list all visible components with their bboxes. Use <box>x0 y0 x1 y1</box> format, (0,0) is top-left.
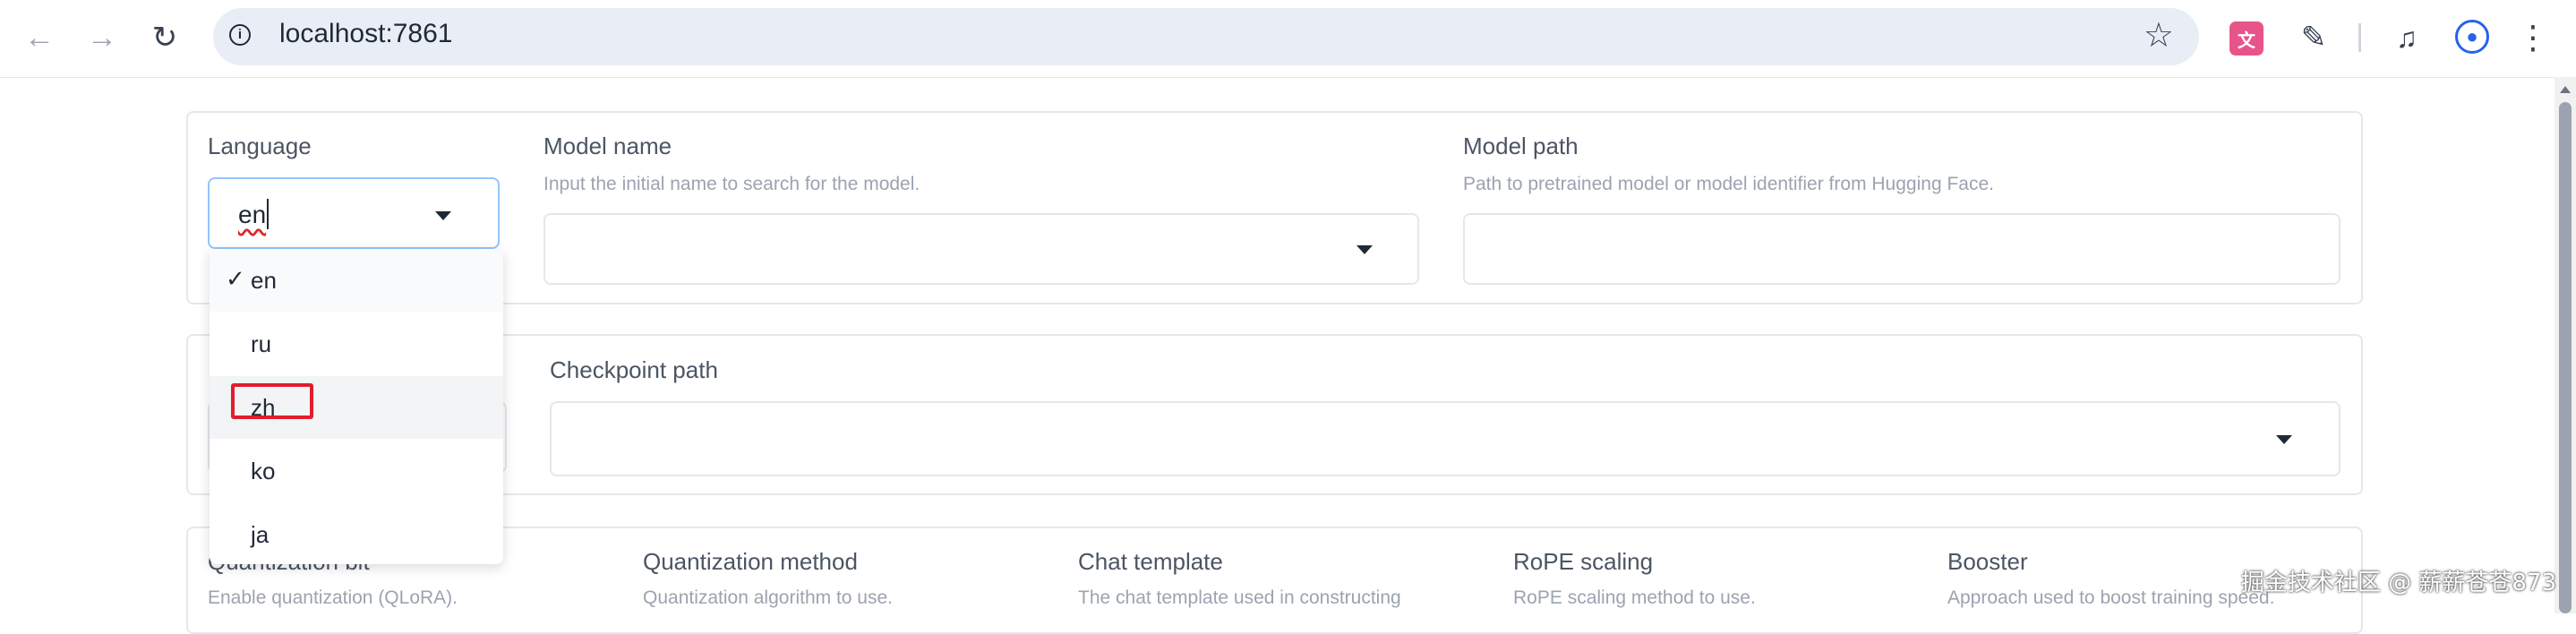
puzzle-icon[interactable]: ✎ <box>2294 18 2333 57</box>
model-name-label: Model name <box>543 133 672 159</box>
rope-scaling-label: RoPE scaling <box>1513 548 1654 575</box>
language-option-ja[interactable]: ja <box>210 503 503 566</box>
url-text[interactable]: localhost:7861 <box>279 19 452 49</box>
quantization-bit-hint: Enable quantization (QLoRA). <box>208 587 458 608</box>
checkpoint-path-label: Checkpoint path <box>550 356 718 383</box>
chevron-down-icon[interactable] <box>2276 435 2292 444</box>
reload-icon[interactable]: ↻ <box>143 16 186 59</box>
chevron-down-icon[interactable] <box>435 211 451 220</box>
model-name-hint: Input the initial name to search for the… <box>543 174 920 194</box>
model-name-select[interactable] <box>543 213 1419 285</box>
language-select-value: en <box>238 201 267 228</box>
back-arrow-icon[interactable]: ← <box>18 16 61 59</box>
language-label: Language <box>208 133 312 159</box>
scroll-thumb[interactable] <box>2559 102 2572 613</box>
profile-icon[interactable]: ● <box>2455 20 2489 54</box>
advanced-settings-panel <box>186 527 2363 634</box>
scroll-up-arrow-icon[interactable] <box>2560 86 2571 93</box>
language-select[interactable]: en <box>208 177 500 249</box>
highlight-annotation-box <box>231 383 313 419</box>
quantization-method-label: Quantization method <box>643 548 858 575</box>
model-path-hint: Path to pretrained model or model identi… <box>1463 174 1994 194</box>
booster-hint: Approach used to boost training speed. <box>1947 587 2275 608</box>
language-option-en[interactable]: ✓ en <box>210 249 503 312</box>
page-scrollbar[interactable] <box>2555 77 2576 613</box>
rope-scaling-hint: RoPE scaling method to use. <box>1513 587 1756 608</box>
model-path-label: Model path <box>1463 133 1579 159</box>
quantization-method-hint: Quantization algorithm to use. <box>643 587 893 608</box>
checkmark-icon: ✓ <box>226 265 245 292</box>
toolbar-divider <box>2358 23 2361 52</box>
bookmark-star-icon[interactable]: ☆ <box>2144 15 2174 56</box>
site-info-icon[interactable]: i <box>229 24 251 46</box>
translate-extension-icon[interactable]: 文 <box>2229 21 2264 56</box>
model-path-input[interactable] <box>1463 213 2341 285</box>
watermark: 掘金技术社区 @ 薪薪苍苍873 <box>2240 570 2556 596</box>
media-control-icon[interactable]: ♫ <box>2387 18 2426 57</box>
browser-toolbar: ← → ↻ i localhost:7861 ☆ 文 ✎ ♫ ● ⋮ <box>0 0 2576 78</box>
language-option-ru[interactable]: ru <box>210 313 503 375</box>
booster-label: Booster <box>1947 548 2028 575</box>
text-cursor <box>267 199 269 229</box>
forward-arrow-icon[interactable]: → <box>81 16 124 59</box>
address-bar[interactable]: i localhost:7861 ☆ <box>213 8 2199 65</box>
chat-template-hint: The chat template used in constructing <box>1078 587 1401 608</box>
chat-template-label: Chat template <box>1078 548 1223 575</box>
checkpoint-path-select[interactable] <box>550 401 2341 476</box>
chevron-down-icon[interactable] <box>1356 245 1373 254</box>
kebab-menu-icon[interactable]: ⋮ <box>2517 18 2549 57</box>
language-option-ko[interactable]: ko <box>210 440 503 502</box>
